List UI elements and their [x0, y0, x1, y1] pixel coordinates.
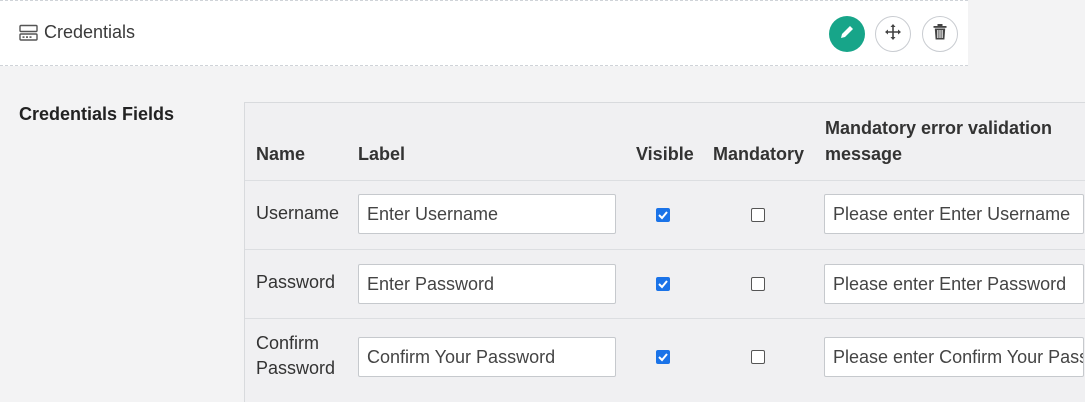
- header-title: Credentials: [44, 22, 136, 42]
- pencil-icon: [839, 24, 855, 45]
- mandatory-checkbox-confirm-password[interactable]: [751, 350, 765, 364]
- server-icon: [19, 24, 38, 42]
- error-message-input-confirm-password[interactable]: Please enter Confirm Your Password: [824, 337, 1084, 377]
- row-name-confirm-password-line1: Confirm: [256, 333, 320, 353]
- row-divider: [245, 249, 1085, 250]
- error-message-input-password[interactable]: Please enter Enter Password: [824, 264, 1084, 304]
- row-divider: [245, 180, 1085, 181]
- column-header-mandatory: Mandatory: [713, 144, 805, 164]
- visible-checkbox-password[interactable]: [656, 277, 670, 291]
- trash-icon: [933, 23, 947, 45]
- mandatory-checkbox-password[interactable]: [751, 277, 765, 291]
- section-label: Credentials Fields: [19, 104, 175, 124]
- move-button[interactable]: [875, 16, 911, 52]
- column-header-label: Label: [358, 144, 406, 164]
- mandatory-checkbox-username[interactable]: [751, 208, 765, 222]
- row-name-confirm-password-line2: Password: [256, 358, 336, 378]
- row-divider: [245, 318, 1085, 319]
- move-arrows-icon: [884, 23, 902, 46]
- edit-button[interactable]: [829, 16, 865, 52]
- row-name-password: Password: [256, 272, 336, 292]
- error-message-input-username[interactable]: Please enter Enter Username: [824, 194, 1084, 234]
- delete-button[interactable]: [922, 16, 958, 52]
- column-header-error-line1: Mandatory error validation: [825, 118, 1053, 138]
- label-input-password[interactable]: Enter Password: [358, 264, 616, 304]
- row-name-username: Username: [256, 203, 340, 223]
- credentials-fields-table: Name Label Visible Mandatory Mandatory e…: [244, 102, 1085, 402]
- visible-checkbox-confirm-password[interactable]: [656, 350, 670, 364]
- column-header-error-line2: message: [825, 144, 903, 164]
- column-header-visible: Visible: [636, 144, 694, 164]
- visible-checkbox-username[interactable]: [656, 208, 670, 222]
- credentials-header: Credentials: [0, 0, 968, 66]
- label-input-confirm-password[interactable]: Confirm Your Password: [358, 337, 616, 377]
- column-header-name: Name: [256, 144, 306, 164]
- label-input-username[interactable]: Enter Username: [358, 194, 616, 234]
